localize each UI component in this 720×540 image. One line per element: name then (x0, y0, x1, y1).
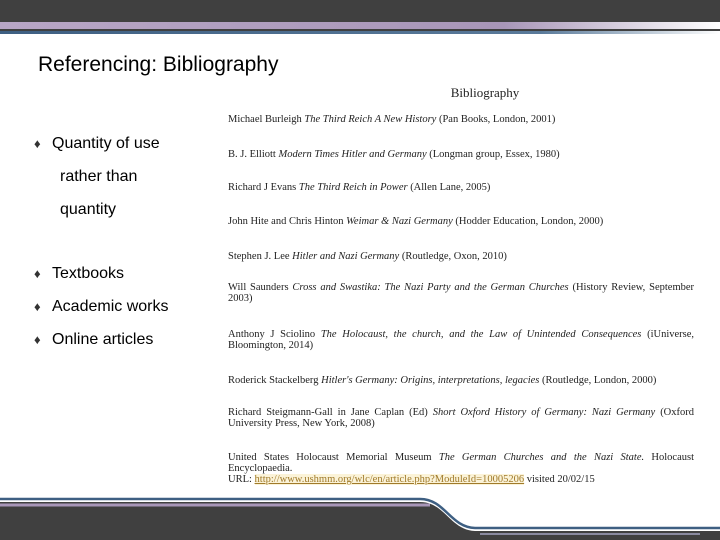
bullet-item: ♦ Textbooks (34, 265, 124, 283)
bib-entry: B. J. Elliott Modern Times Hitler and Ge… (228, 149, 560, 160)
bib-entry: Stephen J. Lee Hitler and Nazi Germany (… (228, 251, 507, 262)
bullet-text: Online articles (52, 331, 154, 348)
bib-entry: Roderick Stackelberg Hitler's Germany: O… (228, 375, 657, 386)
bibliography-image: Bibliography Michael Burleigh The Third … (224, 82, 694, 492)
top-blue-line (0, 31, 720, 34)
bibliography-heading: Bibliography (450, 85, 520, 100)
bullet-item: ♦ Academic works (34, 298, 168, 316)
bullet-text: Textbooks (52, 265, 125, 282)
bullet-text: Quantity of use (52, 135, 160, 152)
bullet-continuation: rather than (60, 168, 138, 185)
bib-entry: Will Saunders Cross and Swastika: The Na… (228, 282, 695, 304)
bullet-item: ♦ Online articles (34, 331, 153, 349)
bib-entry: Richard J Evans The Third Reich in Power… (228, 182, 491, 193)
bullet-text: Academic works (52, 298, 169, 315)
bib-entry: Anthony J Sciolino The Holocaust, the ch… (228, 329, 695, 351)
diamond-bullet-icon: ♦ (34, 266, 41, 281)
bib-url-link[interactable]: http://www.ushmm.org/wlc/en/article.php?… (254, 474, 525, 485)
bib-entry: Richard Steigmann-Gall in Jane Caplan (E… (228, 407, 695, 429)
slide-title: Referencing: Bibliography (38, 53, 279, 76)
bullet-item: ♦ Quantity of use (34, 135, 160, 153)
diamond-bullet-icon: ♦ (34, 332, 41, 347)
diamond-bullet-icon: ♦ (34, 299, 41, 314)
bib-entry: United States Holocaust Memorial Museum … (228, 452, 694, 485)
bullet-continuation: quantity (60, 201, 117, 218)
bib-entry: John Hite and Chris Hinton Weimar & Nazi… (228, 216, 604, 227)
top-accent-line (0, 22, 720, 29)
bib-entry: Michael Burleigh The Third Reich A New H… (228, 114, 556, 125)
diamond-bullet-icon: ♦ (34, 136, 41, 151)
top-banner (0, 0, 720, 22)
